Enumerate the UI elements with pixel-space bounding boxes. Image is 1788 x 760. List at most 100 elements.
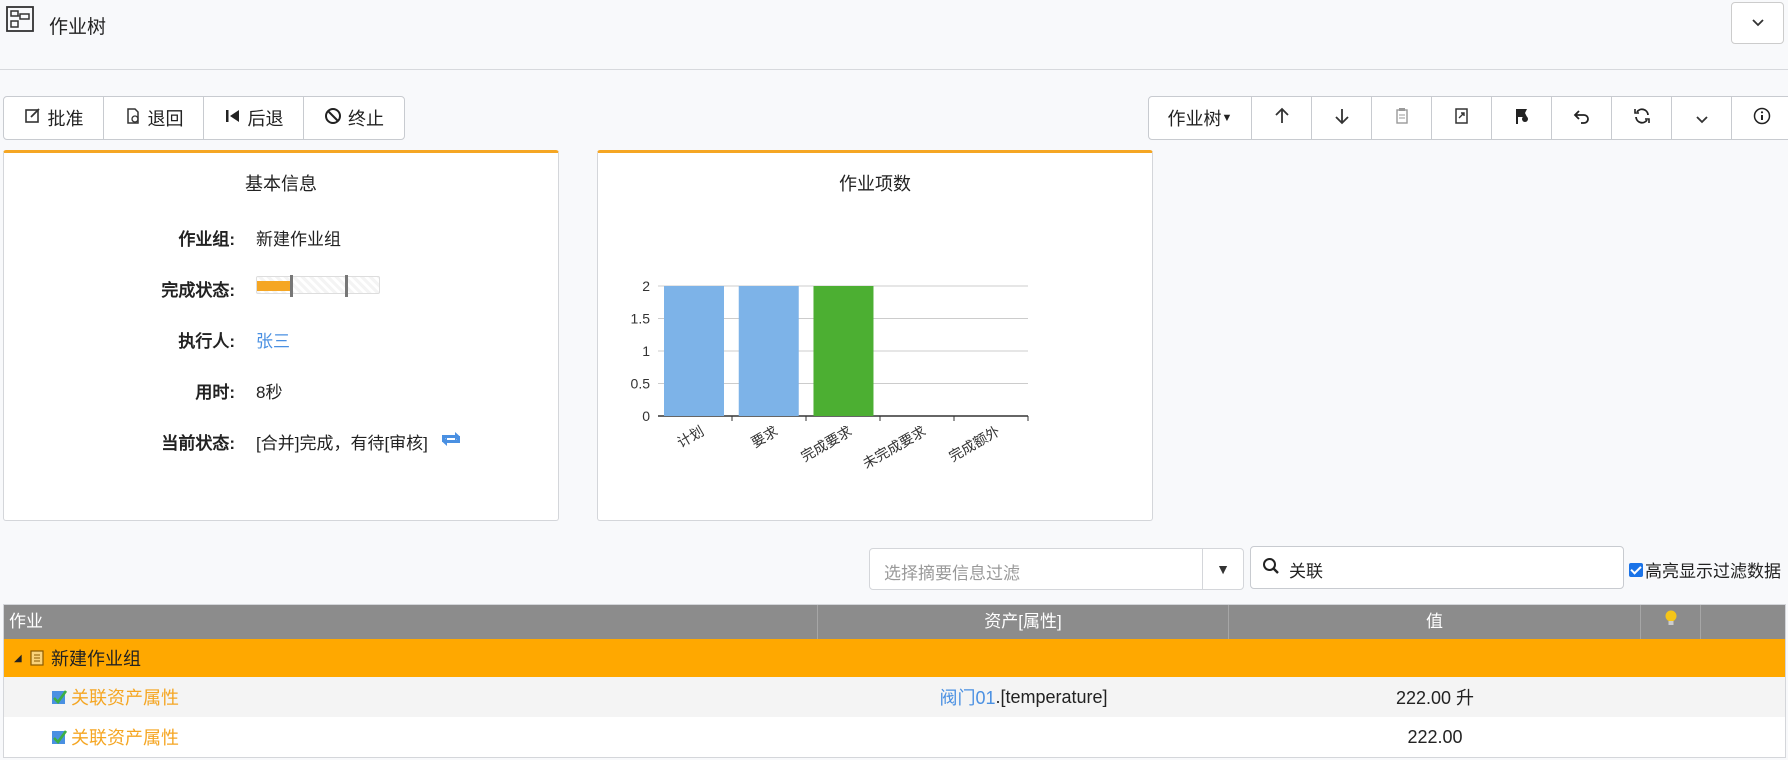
info-row-executor: 执行人: 张三 bbox=[4, 327, 560, 353]
flag-icon bbox=[1514, 107, 1530, 130]
caret-down-icon: ▼ bbox=[1216, 561, 1230, 577]
approve-label: 批准 bbox=[47, 109, 84, 129]
clipboard-icon bbox=[1394, 107, 1410, 130]
checkbox[interactable] bbox=[1629, 562, 1643, 577]
collapse-triangle-icon[interactable]: ◢ bbox=[14, 639, 22, 677]
asset-link[interactable]: 阀门01 bbox=[939, 684, 995, 710]
group-folder-icon bbox=[29, 639, 45, 677]
chevron-down-icon bbox=[1751, 14, 1765, 32]
y-tick-label: 1.5 bbox=[631, 311, 651, 327]
move-up-button[interactable] bbox=[1252, 97, 1312, 139]
info-row-duration: 用时: 8秒 bbox=[4, 378, 560, 404]
highlight-filter-label: 高亮显示过滤数据 bbox=[1645, 562, 1781, 581]
step-back-icon bbox=[224, 107, 242, 130]
more-options-button[interactable] bbox=[1672, 97, 1732, 139]
return-document-icon bbox=[124, 107, 142, 130]
info-icon bbox=[1753, 107, 1771, 130]
app-header: 作业树 bbox=[0, 0, 1788, 70]
info-value: 新建作业组 bbox=[256, 230, 341, 249]
x-tick-label: 计划 bbox=[674, 423, 706, 451]
completion-progress-bar bbox=[256, 275, 380, 297]
return-label: 退回 bbox=[147, 109, 184, 129]
chevron-down-icon bbox=[1695, 108, 1709, 129]
step-back-button[interactable]: 后退 bbox=[204, 97, 304, 139]
basic-info-panel: 基本信息 作业组: 新建作业组 完成状态: 执行人: 张三 用时: 8秒 当前状… bbox=[3, 150, 559, 521]
terminate-button[interactable]: 终止 bbox=[304, 97, 404, 139]
highlight-filter-checkbox[interactable]: 高亮显示过滤数据 bbox=[1629, 557, 1781, 582]
move-down-button[interactable] bbox=[1312, 97, 1372, 139]
header-collapse-button[interactable] bbox=[1731, 2, 1784, 44]
return-button[interactable]: 退回 bbox=[104, 97, 204, 139]
asset-cell: 阀门01 .[temperature] bbox=[818, 677, 1229, 717]
refresh-icon bbox=[1633, 107, 1651, 130]
undo-icon bbox=[1573, 107, 1591, 130]
summary-filter-placeholder: 选择摘要信息过滤 bbox=[884, 564, 1020, 583]
value-cell: 222.00 bbox=[1407, 726, 1463, 747]
info-value: [合并]完成，有待[审核] bbox=[256, 429, 464, 454]
basic-info-title: 基本信息 bbox=[245, 174, 317, 194]
column-header-hint[interactable] bbox=[1641, 605, 1701, 639]
flag-button[interactable] bbox=[1492, 97, 1552, 139]
info-row-status: 完成状态: bbox=[4, 275, 560, 302]
dropdown-caret-button[interactable]: ▼ bbox=[1202, 549, 1243, 589]
copy-button[interactable] bbox=[1432, 97, 1492, 139]
chart-bar bbox=[738, 286, 799, 416]
info-label: 作业组: bbox=[178, 230, 235, 249]
clipboard-button[interactable] bbox=[1372, 97, 1432, 139]
undo-button[interactable] bbox=[1552, 97, 1612, 139]
refresh-button[interactable] bbox=[1612, 97, 1672, 139]
terminate-label: 终止 bbox=[348, 109, 384, 129]
task-link[interactable]: 关联资产属性 bbox=[71, 717, 179, 757]
arrow-down-icon bbox=[1334, 107, 1350, 130]
task-tree-table: 作业 资产[属性] 值 ◢ 新建作业组 关联资产属性 阀门01 .[tempera… bbox=[3, 604, 1786, 758]
tree-group-row[interactable]: ◢ 新建作业组 bbox=[4, 639, 1785, 677]
search-value: 关联 bbox=[1289, 562, 1323, 581]
page-title: 作业树 bbox=[49, 17, 107, 38]
table-header: 作业 资产[属性] 值 bbox=[4, 605, 1785, 639]
x-tick-label: 完成要求 bbox=[798, 423, 854, 465]
info-row-group: 作业组: 新建作业组 bbox=[4, 225, 560, 251]
info-label: 完成状态: bbox=[161, 281, 235, 300]
task-count-panel: 作业项数 0 0.5 1 1.5 2 计划 要求 完成要求 未完成要求 完成额外 bbox=[597, 150, 1153, 521]
column-header-asset[interactable]: 资产[属性] bbox=[818, 605, 1229, 639]
x-tick-label: 完成额外 bbox=[946, 423, 1002, 465]
tree-toolbar: 作业树 ▼ bbox=[1148, 96, 1788, 140]
info-label: 执行人: bbox=[178, 332, 235, 351]
y-tick-label: 0 bbox=[642, 408, 650, 424]
group-name: 新建作业组 bbox=[51, 649, 141, 669]
task-link[interactable]: 关联资产属性 bbox=[71, 677, 179, 717]
executor-link[interactable]: 张三 bbox=[256, 327, 290, 352]
asset-attribute: .[temperature] bbox=[995, 686, 1108, 707]
task-check-icon bbox=[50, 717, 68, 757]
table-row[interactable]: 关联资产属性 阀门01 .[temperature] 222.00 升 bbox=[4, 677, 1785, 717]
search-icon bbox=[1262, 557, 1280, 580]
x-tick-label: 要求 bbox=[748, 423, 780, 451]
column-header-value[interactable]: 值 bbox=[1229, 605, 1641, 639]
tree-grid-icon bbox=[6, 6, 34, 32]
x-tick-label: 未完成要求 bbox=[860, 423, 929, 472]
info-label: 当前状态: bbox=[161, 434, 235, 453]
lightbulb-icon bbox=[1664, 605, 1678, 639]
tree-view-label: 作业树 bbox=[1167, 109, 1222, 129]
progress-fill bbox=[257, 281, 290, 291]
column-header-task[interactable]: 作业 bbox=[4, 605, 818, 639]
retweet-icon[interactable] bbox=[438, 430, 464, 453]
edit-check-icon bbox=[24, 107, 42, 130]
tree-view-dropdown[interactable]: 作业树 ▼ bbox=[1149, 97, 1252, 139]
value-cell: 222.00 升 bbox=[1395, 688, 1475, 708]
chart-bar bbox=[664, 286, 724, 416]
approve-button[interactable]: 批准 bbox=[4, 97, 104, 139]
task-count-bar-chart: 0 0.5 1 1.5 2 计划 要求 完成要求 未完成要求 完成额外 bbox=[631, 278, 1029, 472]
info-value bbox=[256, 275, 380, 297]
info-button[interactable] bbox=[1732, 97, 1788, 139]
y-tick-label: 2 bbox=[642, 278, 650, 294]
search-input[interactable]: 关联 bbox=[1250, 546, 1624, 589]
info-label: 用时: bbox=[195, 383, 235, 402]
task-check-icon bbox=[50, 677, 68, 717]
info-value: 8秒 bbox=[256, 383, 283, 402]
summary-filter-select[interactable]: 选择摘要信息过滤 ▼ bbox=[869, 548, 1244, 590]
ban-icon bbox=[324, 107, 342, 130]
y-tick-label: 1 bbox=[642, 343, 650, 359]
table-row[interactable]: 关联资产属性 222.00 bbox=[4, 717, 1785, 757]
info-row-current-state: 当前状态: [合并]完成，有待[审核] bbox=[4, 429, 560, 455]
